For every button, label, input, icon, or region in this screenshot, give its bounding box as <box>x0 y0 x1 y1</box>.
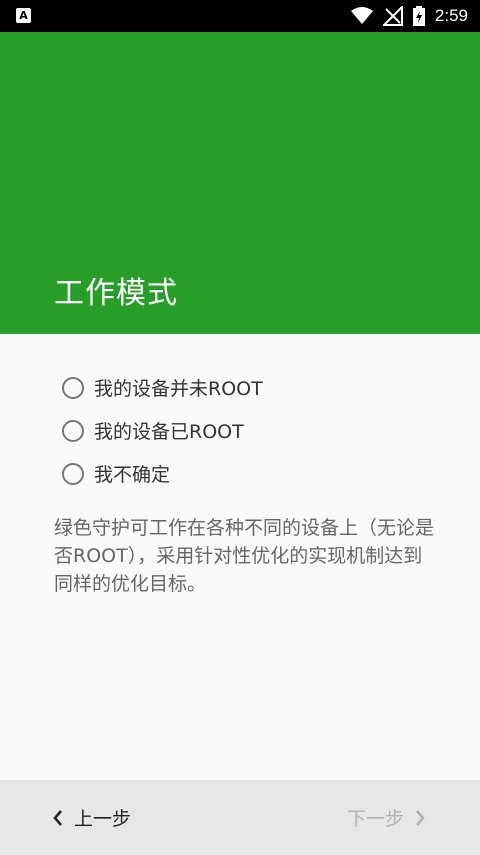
option-not-sure[interactable]: 我不确定 <box>60 452 263 495</box>
signal-off-icon <box>382 6 403 26</box>
back-button-label: 上一步 <box>74 808 132 830</box>
radio-button[interactable] <box>62 376 84 399</box>
status-time: 2:59 <box>434 6 468 25</box>
chevron-right-icon <box>416 809 425 826</box>
status-icons: 2:59 <box>350 0 468 32</box>
back-button[interactable]: 上一步 <box>52 780 131 855</box>
option-label: 我不确定 <box>94 464 171 486</box>
description-text: 绿色守护可工作在各种不同的设备上（无论是否ROOT），采用针对性优化的实现机制达… <box>54 517 435 595</box>
option-label: 我的设备并未ROOT <box>94 378 263 400</box>
next-button-label: 下一步 <box>346 808 404 830</box>
status-bar: A 2:59 <box>0 0 480 32</box>
radio-button[interactable] <box>62 462 84 485</box>
bottom-navigation-bar: 上一步 下一步 <box>0 780 480 855</box>
header: 工作模式 <box>0 32 480 334</box>
option-not-rooted[interactable]: 我的设备并未ROOT <box>60 366 263 409</box>
radio-button[interactable] <box>62 419 84 442</box>
next-button[interactable]: 下一步 <box>347 780 426 855</box>
work-mode-options: 我的设备并未ROOT 我的设备已ROOT 我不确定 <box>60 366 263 495</box>
app-notification-icon: A <box>16 8 31 23</box>
option-label: 我的设备已ROOT <box>94 421 244 443</box>
wifi-icon <box>350 7 373 24</box>
page-title: 工作模式 <box>54 276 178 311</box>
battery-charging-icon <box>412 6 425 26</box>
chevron-left-icon <box>53 809 62 826</box>
option-rooted[interactable]: 我的设备已ROOT <box>60 409 263 452</box>
